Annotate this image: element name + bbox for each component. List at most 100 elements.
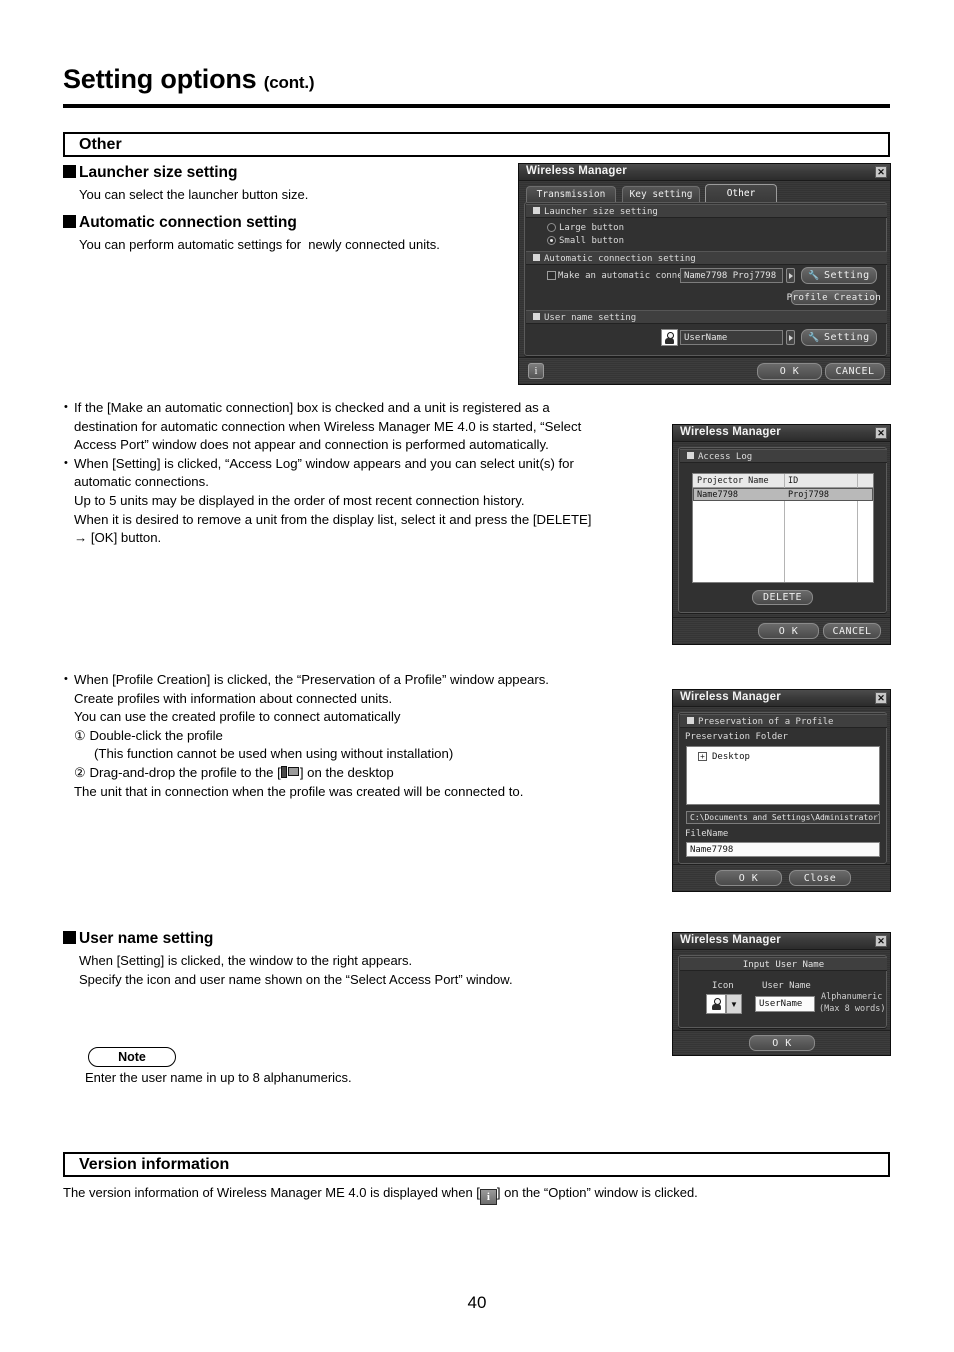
chevron-down-icon[interactable]: ▼ (726, 994, 742, 1014)
access-log-panel: Access Log Projector Name ID Name7798 Pr… (678, 447, 887, 613)
setting-button-user-name[interactable]: 🔧 Setting (801, 329, 877, 346)
version-text-after: ] on the “Option” window is clicked. (496, 1185, 698, 1200)
expand-icon[interactable]: + (698, 752, 707, 761)
dialog-wireless-manager-options: Wireless Manager ✕ Transmission Key sett… (518, 163, 891, 385)
group-label-user-name: User name setting (533, 313, 636, 323)
tab-transmission[interactable]: Transmission (526, 186, 616, 202)
group-label-user-name-text: User name setting (544, 313, 637, 323)
setting-button-auto-connection[interactable]: 🔧 Setting (801, 267, 877, 284)
cancel-button[interactable]: CANCEL (823, 623, 881, 639)
heading-automatic-connection-setting-label: Automatic connection setting (79, 214, 297, 231)
group-square-icon (687, 717, 694, 724)
dialog-input-user-name: Wireless Manager ✕ Input User Name Icon … (672, 932, 891, 1056)
ok-button-label: O K (738, 872, 759, 884)
close-icon[interactable]: ✕ (875, 935, 887, 947)
wrench-icon: 🔧 (808, 270, 821, 281)
page-number: 40 (467, 1293, 487, 1312)
delete-button[interactable]: DELETE (752, 590, 813, 605)
cancel-button[interactable]: CANCEL (825, 363, 885, 380)
dialog-body: Transmission Key setting Other Launcher … (519, 181, 890, 384)
close-icon[interactable]: ✕ (875, 427, 887, 439)
input-user-name-field[interactable]: UserName (755, 996, 815, 1012)
dialog-footer: i O K CANCEL (519, 357, 890, 384)
group-label-input-user-name: Input User Name (742, 960, 825, 970)
tab-other[interactable]: Other (705, 184, 777, 202)
note-line: You can use the created profile to conne… (74, 709, 401, 725)
note-text: Enter the user name in up to 8 alphanume… (85, 1070, 352, 1085)
text-launcher-size-setting: You can select the launcher button size. (79, 187, 309, 202)
text-user-name-setting-line1: When [Setting] is clicked, the window to… (79, 953, 413, 968)
tree-item-desktop-label: Desktop (712, 752, 750, 762)
dialog-title: Wireless Manager (680, 934, 781, 946)
ok-button[interactable]: O K (757, 363, 822, 380)
radio-large-button[interactable] (547, 223, 556, 232)
group-square-icon (687, 452, 694, 459)
field-preservation-path: C:\Documents and Settings\Administrator\… (686, 811, 880, 824)
ok-button[interactable]: O K (758, 623, 819, 639)
spinner-user-name[interactable] (786, 330, 795, 345)
close-icon[interactable]: ✕ (875, 692, 887, 704)
version-text-before: The version information of Wireless Mana… (63, 1185, 480, 1200)
radio-small-button[interactable] (547, 236, 556, 245)
group-label-auto-connection-text: Automatic connection setting (544, 254, 696, 264)
note-line: If the [Make an automatic connection] bo… (63, 398, 663, 418)
note-line: destination for automatic connection whe… (74, 418, 582, 434)
close-button[interactable]: Close (789, 870, 851, 886)
notes-profile-creation: When [Profile Creation] is clicked, the … (63, 670, 663, 801)
cancel-button-label: CANCEL (835, 366, 875, 377)
bullet-square-icon (63, 165, 76, 178)
heading-launcher-size-setting-label: Launcher size setting (79, 164, 238, 181)
title-rule (63, 104, 890, 108)
close-button-label: Close (803, 872, 837, 884)
dialog-title: Wireless Manager (680, 426, 781, 438)
group-label-auto-connection: Automatic connection setting (533, 254, 696, 264)
checkbox-make-automatic-connection[interactable] (547, 271, 556, 280)
folder-tree[interactable]: + Desktop (686, 746, 880, 805)
tab-key-setting[interactable]: Key setting (622, 186, 700, 202)
group-square-icon (533, 254, 540, 261)
profile-creation-button[interactable]: Profile Creation (787, 290, 881, 305)
note-line-drag-drop: ② Drag-and-drop the profile to the [] on… (63, 764, 663, 783)
hint-max-words: (Max 8 words) (819, 1004, 886, 1014)
text-automatic-connection-setting: You can perform automatic settings for n… (79, 237, 440, 252)
note-badge-label: Note (118, 1050, 146, 1064)
dialog-titlebar: Wireless Manager ✕ (673, 933, 890, 950)
access-log-list[interactable]: Projector Name ID Name7798 Proj7798 (692, 473, 874, 583)
group-label-launcher: Launcher size setting (533, 207, 658, 217)
section-header-other-label: Other (79, 135, 122, 153)
table-row[interactable]: Name7798 Proj7798 (693, 488, 873, 501)
user-icon-button[interactable] (661, 329, 678, 346)
dialog-body: Access Log Projector Name ID Name7798 Pr… (673, 442, 890, 644)
ok-button[interactable]: O K (715, 870, 782, 886)
input-user-name[interactable]: UserName (680, 330, 783, 345)
spinner-auto-connection[interactable] (786, 268, 795, 283)
tab-key-setting-label: Key setting (629, 189, 693, 200)
note-badge: Note (88, 1047, 176, 1067)
heading-launcher-size-setting: Launcher size setting (63, 164, 237, 182)
cell-id: Proj7798 (788, 490, 829, 500)
close-icon[interactable]: ✕ (875, 166, 887, 178)
setting-button-user-label: Setting (824, 332, 870, 343)
label-filename: FileName (685, 829, 729, 839)
dialog-body: Preservation of a Profile Preservation F… (673, 707, 890, 891)
section-header-version-label: Version information (79, 1155, 230, 1173)
desktop-shortcut-icon (280, 765, 300, 779)
person-icon (711, 998, 722, 1010)
tree-item-desktop[interactable]: + Desktop (698, 752, 750, 762)
ok-button[interactable]: O K (749, 1035, 815, 1051)
notes-automatic-connection: If the [Make an automatic connection] bo… (63, 398, 663, 548)
input-auto-connection-target[interactable]: Name7798 Proj7798 (680, 268, 783, 283)
radio-large-button-label: Large button (559, 223, 625, 233)
info-icon-button[interactable]: i (528, 363, 544, 379)
heading-user-name-setting: User name setting (63, 930, 213, 948)
text-version-information: The version information of Wireless Mana… (63, 1184, 893, 1205)
note-line: Create profiles with information about c… (74, 690, 393, 706)
input-filename[interactable]: Name7798 (686, 842, 880, 857)
group-label-preservation-of-profile: Preservation of a Profile (687, 717, 833, 727)
bullet-square-icon (63, 215, 76, 228)
note-line: Up to 5 units may be displayed in the or… (74, 492, 525, 508)
user-icon-button[interactable] (706, 994, 726, 1014)
page-title-suffix: (cont.) (263, 73, 315, 92)
column-header-projector-name: Projector Name (697, 476, 769, 486)
note-line-drag-drop-before: ② Drag-and-drop the profile to the [ (74, 764, 281, 780)
